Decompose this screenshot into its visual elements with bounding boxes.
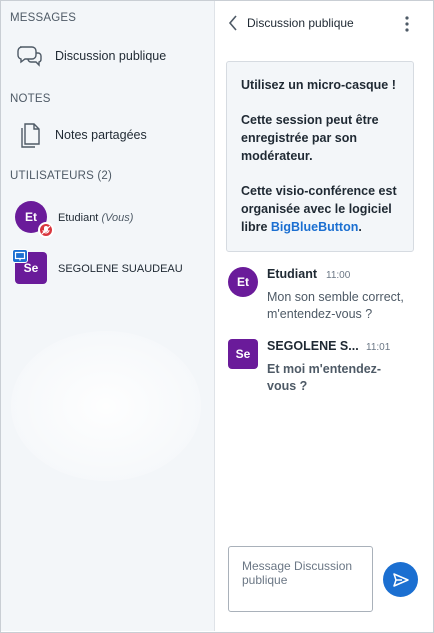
user-list-sidebar: MESSAGES Discussion publique NOTES Notes… (1, 1, 215, 631)
welcome-line-period: . (358, 220, 362, 234)
avatar-initials: Et (25, 210, 37, 224)
public-chat-item[interactable]: Discussion publique (1, 37, 214, 75)
user-row-segolene[interactable]: Se SEGOLENE SUAUDEAU (1, 248, 214, 288)
message-author: SEGOLENE S... (267, 339, 359, 353)
user-name: SEGOLENE SUAUDEAU (58, 263, 183, 275)
chevron-left-icon[interactable] (226, 13, 240, 33)
bigbluebutton-link[interactable]: BigBlueButton (271, 220, 358, 234)
message-text: Et moi m'entendez-vous ? (267, 362, 382, 393)
chat-title: Discussion publique (247, 16, 354, 30)
welcome-message: Utilisez un micro-casque ! Cette session… (226, 61, 414, 252)
user-name-text: Etudiant (58, 212, 99, 224)
users-section-title: UTILISATEURS (2) (10, 170, 113, 182)
avatar-initials: Et (237, 275, 249, 289)
documents-icon (21, 123, 40, 148)
message-text: Mon son semble correct, m'entendez-vous … (267, 290, 404, 321)
shared-notes-label: Notes partagées (55, 128, 147, 142)
public-chat-label: Discussion publique (55, 49, 167, 63)
chat-panel: Discussion publique Utilisez un micro-ca… (216, 1, 433, 631)
avatar-initials: Se (23, 261, 39, 275)
message-avatar: Se (228, 339, 258, 369)
background-glow (11, 331, 201, 481)
avatar-initials: Se (235, 347, 251, 361)
send-button[interactable] (383, 562, 418, 597)
chat-bubbles-icon (17, 46, 42, 67)
message-avatar: Et (228, 267, 258, 297)
messages-section-title: MESSAGES (10, 12, 77, 24)
message-time: 11:01 (366, 342, 391, 353)
welcome-line-recording: Cette session peut être enregistrée par … (241, 113, 379, 163)
chat-header: Discussion publique (216, 1, 433, 45)
user-row-etudiant[interactable]: Et Etudiant (Vous) (1, 197, 214, 238)
microphone-muted-icon (38, 222, 54, 238)
user-you-suffix: (Vous) (101, 212, 134, 224)
more-vertical-icon[interactable] (400, 14, 414, 34)
welcome-line-headset: Utilisez un micro-casque ! (241, 78, 396, 92)
welcome-line-software: Cette visio-conférence est organisée ave… (241, 182, 399, 236)
message-author: Etudiant (267, 267, 317, 281)
user-name-text: SEGOLENE SUAUDEAU (58, 263, 183, 275)
message-input[interactable]: Message Discussion publique (228, 546, 373, 612)
notes-section-title: NOTES (10, 93, 51, 105)
send-icon (392, 572, 409, 587)
message-time: 11:00 (326, 270, 351, 281)
presenter-icon (12, 249, 28, 263)
shared-notes-item[interactable]: Notes partagées (1, 116, 214, 154)
user-name: Etudiant (Vous) (58, 212, 133, 224)
